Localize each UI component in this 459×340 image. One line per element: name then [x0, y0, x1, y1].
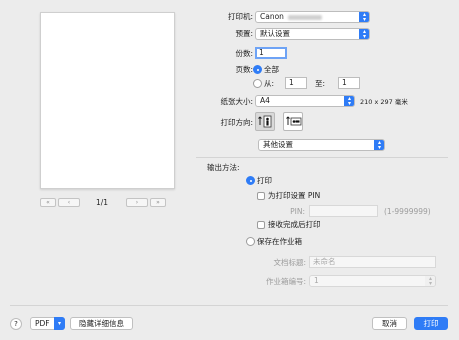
- printer-value: Canon: [260, 12, 284, 21]
- pdf-menu-button[interactable]: PDF ▾: [30, 317, 65, 330]
- pdf-label: PDF: [35, 319, 50, 328]
- cancel-button[interactable]: 取消: [372, 317, 407, 330]
- pages-from-label: 从:: [264, 79, 275, 88]
- paper-size-label: 纸张大小:: [220, 97, 253, 106]
- first-page-button[interactable]: «: [40, 198, 56, 207]
- popup-arrows-icon: ▴ ▾: [359, 12, 369, 22]
- pages-to-label: 至:: [315, 79, 326, 88]
- box-number-popup[interactable]: 1 ▴ ▾: [309, 275, 436, 287]
- portrait-orientation-button[interactable]: [255, 112, 275, 131]
- print-after-receive-label: 接收完成后打印: [268, 220, 321, 229]
- pages-from-field[interactable]: 1: [285, 77, 307, 89]
- store-in-box-label: 保存在作业箱: [257, 237, 302, 246]
- presets-value: 默认设置: [260, 29, 290, 38]
- popup-arrows-icon: ▴ ▾: [425, 276, 435, 286]
- settings-section-popup[interactable]: 其他设置 ▴ ▾: [258, 139, 385, 151]
- settings-section-value: 其他设置: [263, 140, 293, 149]
- pages-label: 页数:: [235, 65, 253, 74]
- footer-divider: [10, 305, 448, 306]
- copies-field[interactable]: 1: [255, 47, 287, 59]
- set-pin-checkbox[interactable]: [257, 192, 265, 200]
- pin-field[interactable]: [309, 205, 378, 217]
- print-button[interactable]: 打印: [414, 317, 448, 330]
- box-number-value: 1: [314, 276, 319, 285]
- printer-label: 打印机:: [227, 12, 253, 21]
- presets-label: 预置:: [235, 29, 253, 38]
- printer-popup[interactable]: Canon ▴ ▾: [255, 11, 370, 23]
- paper-size-popup[interactable]: A4 ▴ ▾: [255, 95, 355, 107]
- landscape-orientation-button[interactable]: [283, 112, 303, 131]
- popup-arrows-icon: ▴ ▾: [359, 29, 369, 39]
- last-page-button[interactable]: »: [150, 198, 166, 207]
- printer-model-redacted: [287, 14, 322, 20]
- print-after-receive-checkbox[interactable]: [257, 221, 265, 229]
- chevron-down-icon: ▾: [54, 317, 65, 330]
- page-indicator: 1/1: [96, 198, 109, 207]
- box-number-label: 作业箱编号:: [265, 277, 306, 286]
- next-page-button[interactable]: ›: [126, 198, 148, 207]
- popup-arrows-icon: ▴ ▾: [344, 96, 354, 106]
- doc-title-field[interactable]: 未命名: [309, 256, 436, 268]
- pin-range-hint: (1-9999999): [384, 207, 431, 216]
- orientation-label: 打印方向:: [220, 118, 253, 127]
- set-pin-label: 为打印设置 PIN: [268, 191, 321, 200]
- page-preview: [40, 12, 175, 189]
- output-print-radio[interactable]: [246, 176, 255, 185]
- paper-dimensions: 210 x 297 毫米: [360, 98, 408, 106]
- pages-range-radio[interactable]: [253, 79, 262, 88]
- previous-page-button[interactable]: ‹: [58, 198, 80, 207]
- pin-label: PIN:: [290, 207, 305, 216]
- hide-details-button[interactable]: 隐藏详细信息: [70, 317, 133, 330]
- help-button[interactable]: ?: [10, 318, 22, 330]
- output-method-label: 输出方法:: [207, 163, 240, 172]
- copies-label: 份数:: [235, 49, 253, 58]
- pages-all-label: 全部: [264, 65, 279, 74]
- paper-size-value: A4: [260, 96, 270, 105]
- section-divider: [196, 157, 448, 158]
- pages-all-radio[interactable]: [253, 65, 262, 74]
- presets-popup[interactable]: 默认设置 ▴ ▾: [255, 28, 370, 40]
- portrait-person-icon: [258, 115, 272, 128]
- pages-to-field[interactable]: 1: [338, 77, 360, 89]
- doc-title-label: 文档标题:: [273, 258, 306, 267]
- popup-arrows-icon: ▴ ▾: [374, 140, 384, 150]
- output-print-label: 打印: [257, 176, 272, 185]
- landscape-person-icon: [286, 116, 302, 126]
- store-in-box-radio[interactable]: [246, 237, 255, 246]
